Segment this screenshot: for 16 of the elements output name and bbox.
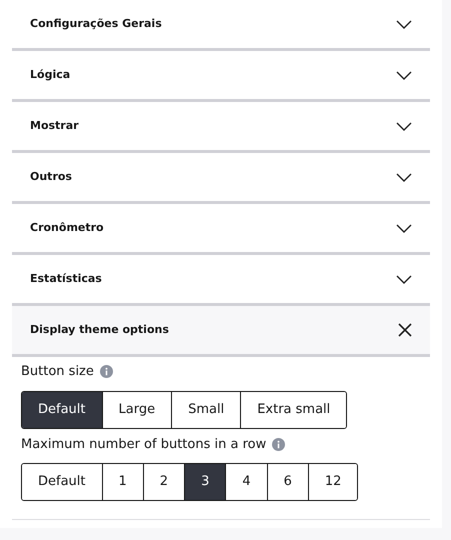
chevron-down-icon bbox=[396, 122, 412, 130]
chevron-down-icon bbox=[396, 172, 412, 182]
field-label: Button size bbox=[21, 363, 94, 381]
segment-option[interactable]: Extra small bbox=[240, 392, 346, 428]
info-icon bbox=[100, 365, 113, 378]
chevron-down-icon bbox=[396, 224, 412, 232]
field-label: Maximum number of buttons in a row bbox=[21, 436, 266, 454]
info-icon bbox=[272, 438, 286, 451]
close-icon bbox=[398, 323, 412, 337]
segment-option[interactable]: Default bbox=[22, 392, 102, 428]
chevron-down-icon bbox=[396, 274, 412, 284]
segment-option[interactable]: 3 bbox=[184, 464, 226, 500]
accordion-header[interactable]: Display theme options bbox=[12, 306, 430, 354]
chevron-down-icon bbox=[396, 70, 412, 80]
segment-option[interactable]: 12 bbox=[308, 464, 358, 500]
chevron-down-icon bbox=[396, 20, 412, 28]
